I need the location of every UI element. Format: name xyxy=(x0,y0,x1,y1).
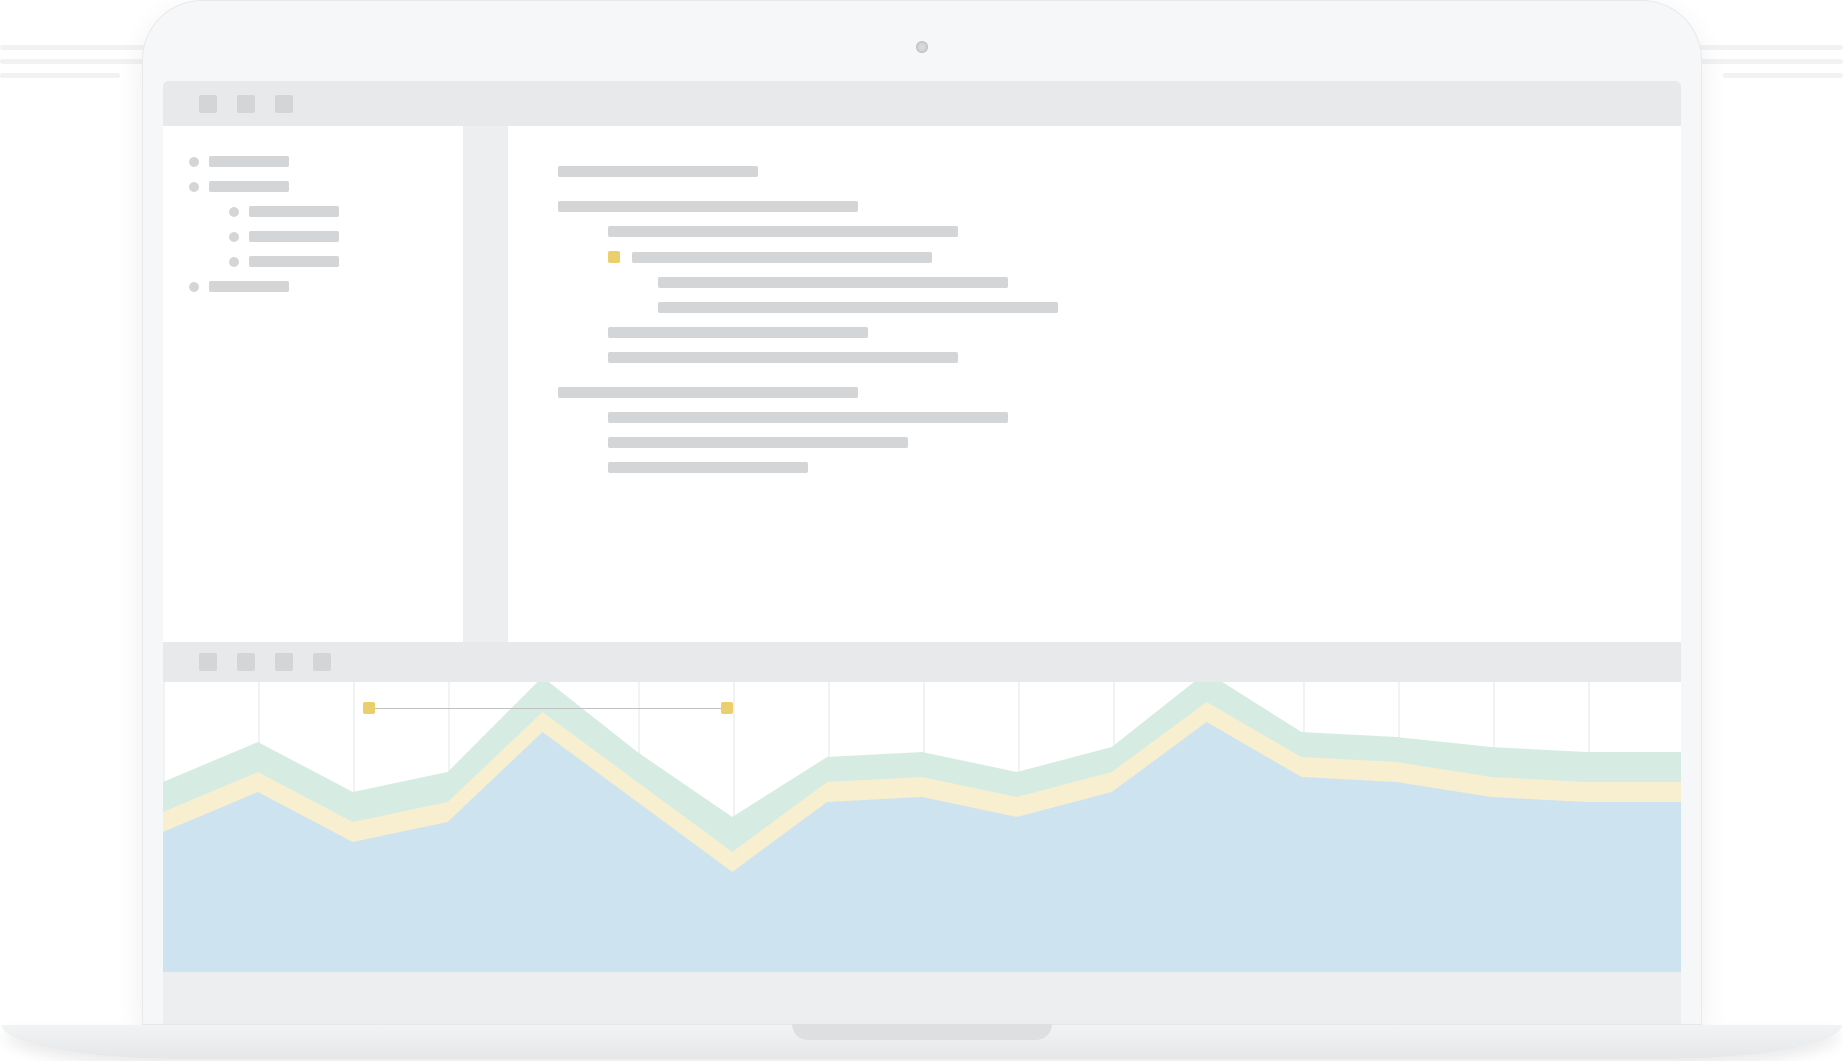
toolbar-button[interactable] xyxy=(199,653,217,671)
content-line xyxy=(558,387,1631,398)
text-placeholder xyxy=(608,437,908,448)
text-placeholder xyxy=(608,462,808,473)
range-handle-left-icon[interactable] xyxy=(363,702,375,714)
content-pane xyxy=(508,126,1681,642)
content-line xyxy=(608,412,1631,423)
range-selector[interactable] xyxy=(363,702,733,714)
content-line xyxy=(608,251,1631,263)
sidebar-item[interactable] xyxy=(189,156,437,167)
text-placeholder xyxy=(608,352,958,363)
screen xyxy=(163,81,1681,1024)
text-placeholder xyxy=(558,201,858,212)
range-handle-right-icon[interactable] xyxy=(721,702,733,714)
nav-label-placeholder xyxy=(209,181,289,192)
content-line xyxy=(558,166,1631,177)
text-placeholder xyxy=(658,277,1008,288)
toolbar-button[interactable] xyxy=(237,653,255,671)
bullet-icon xyxy=(229,257,239,267)
content-line xyxy=(608,352,1631,363)
window-control-icon[interactable] xyxy=(199,95,217,113)
laptop-mockup xyxy=(142,0,1702,1059)
sidebar-item[interactable] xyxy=(229,231,437,242)
camera-dot-icon xyxy=(916,41,928,53)
nav-label-placeholder xyxy=(209,281,289,292)
content-line xyxy=(558,201,1631,212)
content-line xyxy=(608,437,1631,448)
text-placeholder xyxy=(558,166,758,177)
text-placeholder xyxy=(632,252,932,263)
nav-label-placeholder xyxy=(209,156,289,167)
text-placeholder xyxy=(558,387,858,398)
nav-label-placeholder xyxy=(249,256,339,267)
range-track[interactable] xyxy=(375,708,721,709)
sidebar-item[interactable] xyxy=(229,206,437,217)
content-line xyxy=(608,462,1631,473)
content-line xyxy=(608,327,1631,338)
sidebar xyxy=(163,126,463,642)
bullet-icon xyxy=(189,157,199,167)
content-line xyxy=(658,302,1631,313)
text-placeholder xyxy=(658,302,1058,313)
toolbar-button[interactable] xyxy=(313,653,331,671)
text-placeholder xyxy=(608,412,1008,423)
window-control-icon[interactable] xyxy=(275,95,293,113)
laptop-notch xyxy=(792,1024,1052,1040)
chart-toolbar xyxy=(163,642,1681,682)
stacked-area-chart xyxy=(163,682,1681,972)
sidebar-item[interactable] xyxy=(189,281,437,292)
sidebar-item[interactable] xyxy=(189,181,437,192)
content-line xyxy=(608,226,1631,237)
bullet-icon xyxy=(189,182,199,192)
bullet-icon xyxy=(189,282,199,292)
laptop-base xyxy=(2,1025,1842,1059)
sidebar-item[interactable] xyxy=(229,256,437,267)
window-control-icon[interactable] xyxy=(237,95,255,113)
content-line xyxy=(658,277,1631,288)
chart-area xyxy=(163,682,1681,972)
bullet-icon xyxy=(229,207,239,217)
nav-label-placeholder xyxy=(249,206,339,217)
text-placeholder xyxy=(608,226,958,237)
text-placeholder xyxy=(608,327,868,338)
top-app-bar xyxy=(163,81,1681,126)
nav-label-placeholder xyxy=(249,231,339,242)
highlight-marker-icon xyxy=(608,251,620,263)
laptop-lid xyxy=(142,0,1702,1025)
bullet-icon xyxy=(229,232,239,242)
toolbar-button[interactable] xyxy=(275,653,293,671)
